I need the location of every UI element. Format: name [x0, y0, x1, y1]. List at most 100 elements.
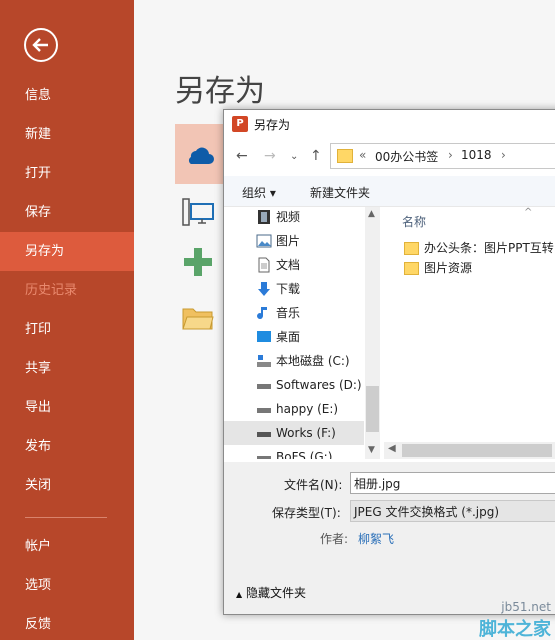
- backstage-sidebar: 信息 新建 打开 保存 另存为 历史记录 打印 共享 导出 发布 关闭 帐户 选…: [0, 0, 134, 640]
- forward-nav-icon[interactable]: →: [264, 148, 276, 164]
- caret-up-icon: ▲: [236, 590, 243, 599]
- nav-publish[interactable]: 发布: [0, 427, 134, 466]
- film-icon: [258, 210, 270, 224]
- hscrollbar-thumb[interactable]: [402, 444, 552, 457]
- hide-folders-toggle[interactable]: ▲ 隐藏文件夹: [236, 584, 306, 601]
- nav-close[interactable]: 关闭: [0, 466, 134, 505]
- author-label: 作者:: [320, 532, 349, 546]
- navigation-tree: 视频 图片 文档 下载 音乐 桌面 本地磁盘 (C:) Softwares (D…: [224, 207, 380, 459]
- nav-options[interactable]: 选项: [0, 566, 134, 605]
- system-drive-icon: [257, 355, 271, 367]
- watermark-url: jb51.net: [501, 600, 551, 614]
- dialog-title: 另存为: [254, 118, 291, 132]
- hide-folders-label: 隐藏文件夹: [245, 586, 306, 600]
- tree-item-drive-f[interactable]: Works (F:): [224, 421, 364, 445]
- tree-label: 图片: [276, 234, 301, 248]
- tree-label: 音乐: [276, 306, 301, 320]
- filename-input[interactable]: 相册.jpg: [350, 472, 555, 494]
- tree-item-videos[interactable]: 视频: [224, 207, 364, 229]
- breadcrumb-separator-icon: ›: [448, 148, 453, 162]
- file-list: 名称 ^ 办公头条：图片PPT互转 图片资源: [384, 207, 555, 459]
- drive-icon: [257, 408, 271, 413]
- dialog-toolbar: 组织 ▾ 新建文件夹: [224, 176, 555, 207]
- file-list-hscrollbar[interactable]: ◀: [384, 442, 555, 459]
- drive-icon: [257, 432, 271, 437]
- save-as-dialog: P 另存为 ← → ⌄ ↑ « 00办公书签 › 1018 › 组织 ▾ 新建文…: [223, 109, 555, 615]
- file-label: 图片资源: [424, 261, 473, 275]
- watermark-brand: 脚本之家: [479, 619, 551, 640]
- back-nav-icon[interactable]: ←: [236, 148, 248, 164]
- sort-chevron-icon: ^: [524, 207, 533, 218]
- sidebar-divider: [25, 517, 107, 518]
- tree-item-drive-c[interactable]: 本地磁盘 (C:): [224, 349, 364, 373]
- tree-item-drive-d[interactable]: Softwares (D:): [224, 373, 364, 397]
- nav-export[interactable]: 导出: [0, 388, 134, 427]
- column-header-name[interactable]: 名称: [402, 213, 426, 230]
- tree-label: 视频: [276, 210, 301, 224]
- page-title: 另存为: [175, 74, 265, 109]
- organize-button[interactable]: 组织 ▾: [242, 184, 276, 201]
- nav-new[interactable]: 新建: [0, 115, 134, 154]
- tree-item-music[interactable]: 音乐: [224, 301, 364, 325]
- cloud-icon: [188, 147, 214, 164]
- tree-item-drive-g[interactable]: BoFS (G:): [224, 445, 364, 459]
- filename-label: 文件名(N):: [284, 478, 343, 492]
- nav-save[interactable]: 保存: [0, 193, 134, 232]
- tree-label: Works (F:): [276, 426, 336, 440]
- document-icon: [258, 257, 270, 273]
- scroll-down-icon[interactable]: ▼: [368, 445, 375, 455]
- nav-save-as[interactable]: 另存为: [0, 232, 134, 271]
- new-folder-button[interactable]: 新建文件夹: [310, 184, 370, 201]
- add-place-icon[interactable]: [184, 248, 212, 276]
- breadcrumb-folder[interactable]: 00办公书签: [375, 148, 438, 165]
- filetype-label: 保存类型(T):: [272, 506, 341, 520]
- tree-item-drive-e[interactable]: happy (E:): [224, 397, 364, 421]
- tree-label: 桌面: [276, 330, 301, 344]
- file-item[interactable]: 办公头条：图片PPT互转: [404, 239, 554, 257]
- nav-info[interactable]: 信息: [0, 76, 134, 115]
- recent-dropdown-icon[interactable]: ⌄: [290, 151, 298, 162]
- tree-item-downloads[interactable]: 下载: [224, 277, 364, 301]
- location-onedrive[interactable]: [175, 124, 225, 184]
- tree-item-pictures[interactable]: 图片: [224, 229, 364, 253]
- scroll-up-icon[interactable]: ▲: [368, 209, 375, 219]
- author-value[interactable]: 柳絮飞: [358, 530, 394, 547]
- address-bar[interactable]: « 00办公书签 › 1018 ›: [330, 143, 555, 169]
- folder-icon: [337, 149, 353, 163]
- breadcrumb-separator-icon: ›: [501, 148, 506, 162]
- filetype-select[interactable]: JPEG 文件交换格式 (*.jpg): [350, 500, 555, 522]
- back-arrow-icon: [32, 38, 48, 52]
- drive-icon: [257, 384, 271, 389]
- tree-label: BoFS (G:): [276, 450, 333, 459]
- drive-icon: [257, 456, 271, 459]
- save-fields: 文件名(N): 相册.jpg 保存类型(T): JPEG 文件交换格式 (*.j…: [224, 462, 555, 562]
- nav-share[interactable]: 共享: [0, 349, 134, 388]
- nav-print[interactable]: 打印: [0, 310, 134, 349]
- nav-history[interactable]: 历史记录: [0, 271, 134, 310]
- file-label: 办公头条：图片PPT互转: [424, 241, 554, 255]
- tree-label: happy (E:): [276, 402, 339, 416]
- up-nav-icon[interactable]: ↑: [310, 148, 322, 164]
- tree-item-desktop[interactable]: 桌面: [224, 325, 364, 349]
- download-icon: [258, 282, 270, 296]
- file-item[interactable]: 图片资源: [404, 259, 472, 277]
- back-button[interactable]: [24, 28, 58, 62]
- folder-icon: [404, 242, 419, 255]
- desktop-icon: [257, 331, 271, 342]
- tree-label: 本地磁盘 (C:): [276, 354, 350, 368]
- tree-label: Softwares (D:): [276, 378, 362, 392]
- this-pc-icon[interactable]: [182, 198, 214, 228]
- tree-item-documents[interactable]: 文档: [224, 253, 364, 277]
- picture-icon: [256, 234, 272, 248]
- nav-account[interactable]: 帐户: [0, 527, 134, 566]
- breadcrumb-subfolder[interactable]: 1018: [461, 148, 492, 162]
- tree-label: 下载: [276, 282, 301, 296]
- breadcrumb-overflow[interactable]: «: [359, 148, 366, 162]
- powerpoint-icon: P: [232, 116, 248, 132]
- music-note-icon: [257, 307, 267, 320]
- nav-feedback[interactable]: 反馈: [0, 605, 134, 644]
- tree-scrollbar-thumb[interactable]: [366, 386, 379, 432]
- scroll-left-icon[interactable]: ◀: [388, 443, 396, 454]
- nav-open[interactable]: 打开: [0, 154, 134, 193]
- browse-folder-icon[interactable]: [182, 306, 214, 330]
